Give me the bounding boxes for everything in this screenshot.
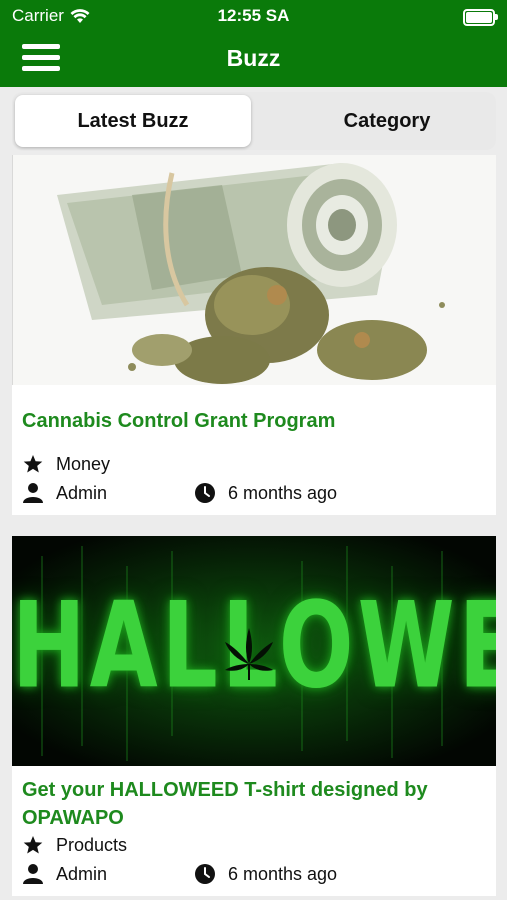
user-icon (22, 482, 44, 504)
post-title[interactable]: Cannabis Control Grant Program (22, 407, 484, 435)
post-time: 6 months ago (194, 863, 337, 885)
status-bar: Carrier 12:55 SA (0, 0, 507, 32)
post-card[interactable]: HALLOWEED Get your HALLOWEED T-shirt des… (12, 536, 496, 896)
post-image-halloweed[interactable]: HALLOWEED (12, 536, 496, 766)
status-time: 12:55 SA (217, 6, 290, 25)
star-icon (22, 453, 44, 475)
author-label: Admin (56, 482, 108, 503)
post-image-money-cannabis[interactable] (12, 155, 496, 385)
tab-category[interactable]: Category (269, 95, 505, 147)
user-icon (22, 863, 44, 885)
star-icon (22, 834, 44, 856)
post-category: Money (22, 453, 110, 475)
cannabis-leaf-icon (225, 628, 273, 680)
battery-icon (463, 9, 498, 26)
time-ago-label: 6 months ago (228, 482, 338, 503)
post-author: Admin (22, 482, 107, 504)
tab-latest-buzz[interactable]: Latest Buzz (15, 95, 251, 147)
post-card[interactable]: Cannabis Control Grant Program Money Adm… (12, 155, 496, 515)
post-time: 6 months ago (194, 482, 337, 504)
post-title[interactable]: Get your HALLOWEED T-shirt designed by O… (22, 776, 484, 832)
clock-icon (194, 863, 216, 885)
page-title: Buzz (226, 45, 281, 71)
time-ago-label: 6 months ago (228, 863, 338, 884)
author-label: Admin (56, 863, 108, 884)
category-label: Money (56, 453, 111, 474)
tab-segmented-control: Latest Buzz Category (12, 92, 496, 150)
nav-bar: Buzz (0, 32, 507, 87)
clock-icon (194, 482, 216, 504)
post-author: Admin (22, 863, 107, 885)
post-category: Products (22, 834, 127, 856)
category-label: Products (56, 834, 128, 855)
